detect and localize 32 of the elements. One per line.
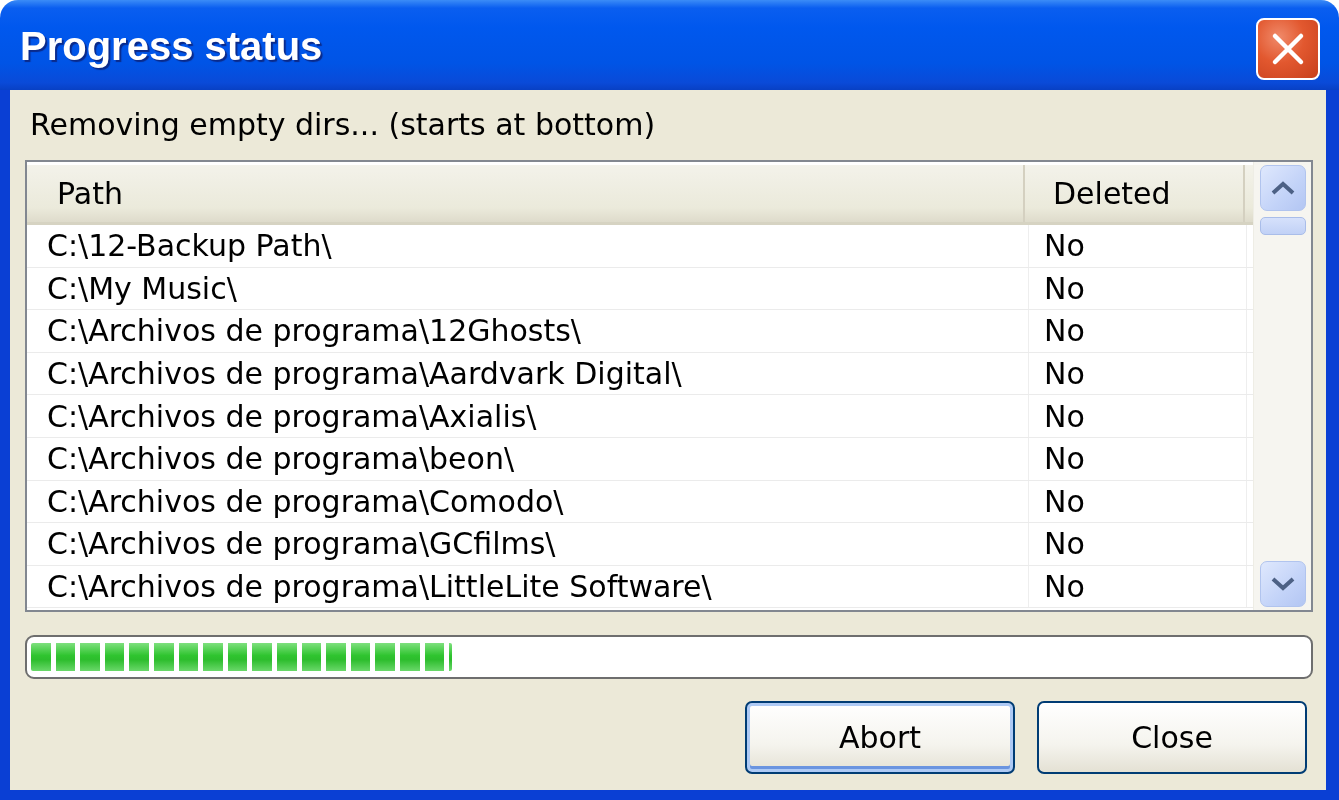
scroll-thumb[interactable] xyxy=(1259,217,1306,235)
table-cell: C:\Archivos de programa\12Ghosts\ xyxy=(27,310,1029,352)
table-cell: C:\12-Backup Path\ xyxy=(27,225,1029,267)
column-header[interactable]: Path xyxy=(27,165,1025,222)
dialog-button[interactable]: Abort xyxy=(745,701,1015,774)
table-cell: C:\Archivos de programa\Axialis\ xyxy=(27,395,1029,437)
table-cell: No xyxy=(1029,352,1247,395)
status-text: Removing empty dirs... (starts at bottom) xyxy=(30,106,656,144)
table-cell: No xyxy=(1029,565,1247,608)
table-cell: No xyxy=(1029,395,1247,437)
table-cell: C:\Archivos de programa\beon\ xyxy=(27,437,1029,480)
table-cell: No xyxy=(1029,480,1247,523)
table-cell: No xyxy=(1029,437,1247,480)
table-cell: No xyxy=(1029,310,1247,352)
table-cell: No xyxy=(1029,225,1247,267)
chevron-down-icon xyxy=(1270,577,1295,591)
window-title: Progress status xyxy=(20,22,323,69)
close-button[interactable] xyxy=(1256,18,1320,80)
scrollbar[interactable] xyxy=(1253,162,1311,610)
scroll-up-button[interactable] xyxy=(1259,165,1306,211)
table-cell: C:\Archivos de programa\LittleLite Software\ xyxy=(27,565,1029,608)
table-cell: C:\Archivos de programa\Aardvark Digital\ xyxy=(27,352,1029,395)
chevron-up-icon xyxy=(1270,181,1295,195)
column-header[interactable]: Deleted xyxy=(1025,165,1245,222)
table-cell: C:\Archivos de programa\Comodo\ xyxy=(27,480,1029,523)
scroll-down-button[interactable] xyxy=(1259,561,1306,607)
table-cell: C:\My Music\ xyxy=(27,267,1029,310)
close-icon xyxy=(1271,32,1305,66)
table-cell: No xyxy=(1029,523,1247,565)
dialog-button[interactable]: Close xyxy=(1037,701,1307,774)
table-cell: C:\Archivos de programa\GCfilms\ xyxy=(27,523,1029,565)
table-cell: No xyxy=(1029,267,1247,310)
